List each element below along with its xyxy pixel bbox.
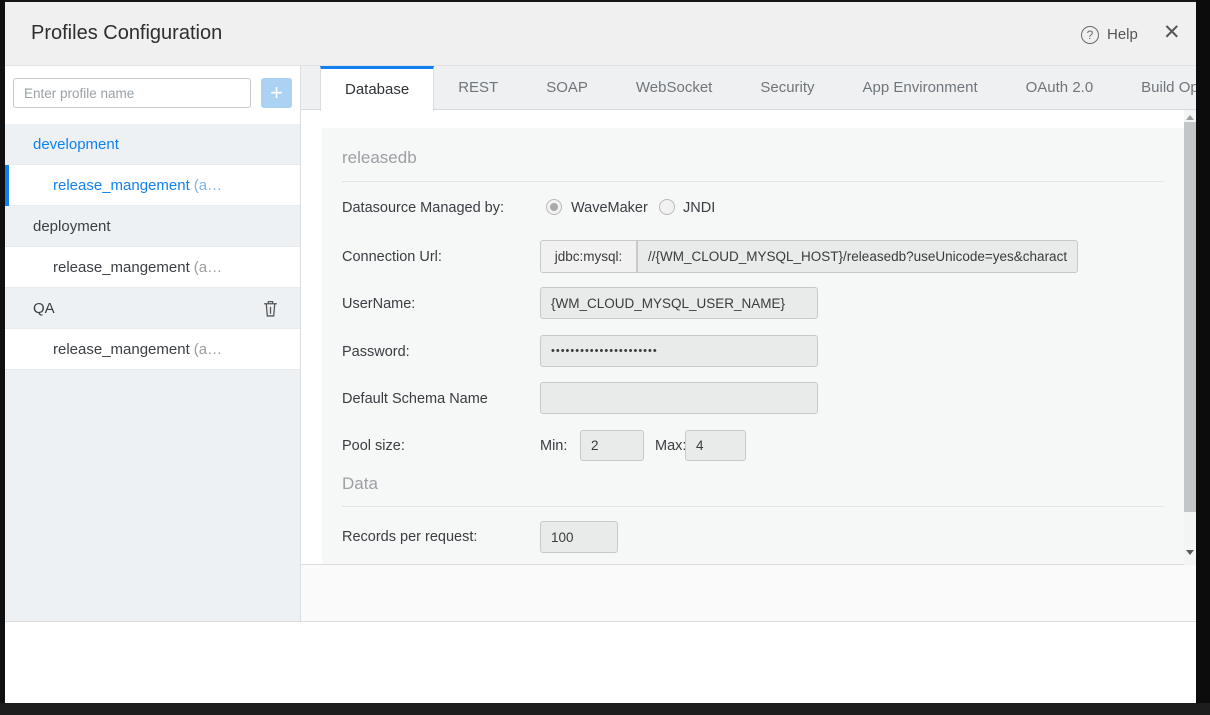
tab-rest[interactable]: REST	[434, 66, 522, 109]
dialog-header: Profiles Configuration ? Help ✕	[5, 2, 1196, 66]
profile-item-label: release_mangement	[53, 259, 190, 276]
modal-edge-bottom	[0, 703, 1210, 715]
database-tab-panel: releasedb Datasource Managed by: WaveMak…	[301, 110, 1196, 565]
records-per-request-label: Records per request:	[342, 529, 477, 545]
profile-item-label: release_mangement	[53, 177, 190, 194]
section-title-releasedb: releasedb	[342, 148, 417, 168]
tab-security[interactable]: Security	[736, 66, 838, 109]
password-label: Password:	[342, 344, 410, 360]
profiles-sidebar: + development release_mangement (a… depl…	[5, 66, 301, 621]
default-schema-label: Default Schema Name	[342, 391, 488, 407]
radio-wavemaker[interactable]	[546, 199, 562, 215]
connection-url-label: Connection Url:	[342, 249, 442, 265]
connection-url-prefix: jdbc:mysql:	[540, 240, 637, 273]
modal-edge-top	[0, 0, 1210, 2]
profile-item-suffix: (a…	[194, 259, 222, 276]
content-scrollbar[interactable]	[1184, 110, 1196, 565]
pool-max-field[interactable]	[685, 430, 746, 461]
delete-profile-icon[interactable]	[263, 300, 278, 317]
section-divider	[342, 506, 1164, 507]
scroll-up-arrow-icon[interactable]	[1186, 115, 1194, 120]
radio-wavemaker-label: WaveMaker	[571, 200, 648, 216]
profile-item-label: release_mangement	[53, 341, 190, 358]
pool-min-field[interactable]	[580, 430, 644, 461]
scrollbar-thumb[interactable]	[1184, 122, 1196, 512]
profile-item-suffix: (a…	[194, 341, 222, 358]
tab-websocket[interactable]: WebSocket	[612, 66, 736, 109]
radio-jndi[interactable]	[659, 199, 675, 215]
profiles-configuration-dialog: Profiles Configuration ? Help ✕ + develo…	[0, 0, 1210, 715]
profile-name-input[interactable]	[13, 78, 251, 108]
modal-edge-left	[0, 0, 5, 715]
username-label: UserName:	[342, 296, 415, 312]
sidebar-item-release-mangement-deploy[interactable]: release_mangement (a…	[5, 247, 300, 288]
profile-search-area: +	[5, 66, 300, 124]
sidebar-item-qa[interactable]: QA	[5, 288, 300, 329]
password-field[interactable]	[540, 335, 818, 367]
profile-group-label: QA	[33, 300, 55, 317]
sidebar-item-development[interactable]: development	[5, 124, 300, 165]
scroll-down-arrow-icon[interactable]	[1186, 550, 1194, 555]
radio-jndi-label: JNDI	[683, 200, 715, 216]
sidebar-item-release-mangement-dev[interactable]: release_mangement (a…	[5, 165, 300, 206]
dialog-footer: Cancel Save	[5, 622, 1196, 703]
connection-url-field[interactable]	[637, 240, 1078, 273]
active-indicator-bar	[5, 165, 9, 206]
tab-oauth[interactable]: OAuth 2.0	[1002, 66, 1118, 109]
profile-group-label: development	[33, 136, 119, 153]
pool-min-label: Min:	[540, 438, 567, 454]
section-divider	[342, 181, 1164, 182]
config-tabbar: Database REST SOAP WebSocket Security Ap…	[301, 66, 1196, 110]
profile-item-suffix: (a…	[194, 177, 222, 194]
profile-group-label: deployment	[33, 218, 111, 235]
close-icon[interactable]: ✕	[1163, 21, 1181, 45]
modal-edge-right	[1196, 0, 1210, 715]
pool-max-label: Max:	[655, 438, 686, 454]
sidebar-item-deployment[interactable]: deployment	[5, 206, 300, 247]
releasedb-form-card: releasedb Datasource Managed by: WaveMak…	[322, 128, 1184, 565]
tab-app-environment[interactable]: App Environment	[839, 66, 1002, 109]
help-link[interactable]: Help	[1107, 26, 1138, 43]
panel-lower-strip	[301, 565, 1196, 621]
tab-database[interactable]: Database	[320, 66, 434, 111]
pool-size-label: Pool size:	[342, 438, 405, 454]
records-per-request-field[interactable]	[540, 521, 618, 553]
default-schema-field[interactable]	[540, 382, 818, 414]
help-icon[interactable]: ?	[1081, 26, 1099, 44]
section-title-data: Data	[342, 474, 378, 494]
add-profile-button[interactable]: +	[261, 78, 292, 108]
page-title: Profiles Configuration	[31, 22, 222, 45]
username-field[interactable]	[540, 287, 818, 319]
sidebar-item-release-mangement-qa[interactable]: release_mangement (a…	[5, 329, 300, 370]
tab-soap[interactable]: SOAP	[522, 66, 612, 109]
datasource-label: Datasource Managed by:	[342, 200, 504, 216]
